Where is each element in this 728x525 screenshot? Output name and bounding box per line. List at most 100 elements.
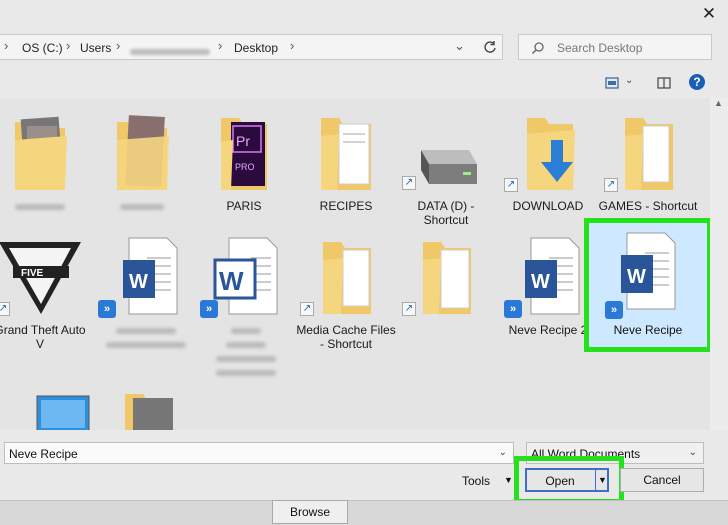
file-item-download[interactable]: ↗ DOWNLOAD — [498, 112, 598, 213]
search-icon — [531, 42, 544, 55]
view-toolbar: ⌄ ? — [603, 74, 713, 94]
file-item-gta-v[interactable]: FIVE ↗ Grand Theft Auto V — [0, 236, 90, 351]
breadcrumb-desktop[interactable]: Desktop — [234, 41, 278, 55]
browse-button[interactable]: Browse — [272, 500, 348, 524]
background-window-strip — [0, 500, 728, 525]
split-divider — [595, 470, 596, 490]
open-label: Open — [545, 474, 575, 488]
file-item-folder-blurred-2[interactable] — [92, 112, 192, 213]
file-item-label: Neve Recipe 2 — [508, 323, 588, 337]
open-button[interactable]: Open ▼ — [525, 468, 609, 492]
file-name-input[interactable]: Neve Recipe ⌄ — [4, 442, 514, 464]
word-document-icon: W — [621, 232, 676, 310]
file-item-folder-shortcut[interactable]: ↗ — [396, 236, 496, 323]
tools-button[interactable]: Tools ▼ — [454, 470, 516, 492]
monitor-icon — [36, 395, 90, 430]
shortcut-arrow-icon: ↗ — [402, 176, 416, 190]
scroll-up-icon[interactable]: ▲ — [714, 98, 723, 108]
word-document-icon: W — [213, 237, 278, 315]
close-icon: ✕ — [701, 4, 717, 23]
file-item-label — [196, 323, 296, 379]
file-item-label — [96, 323, 196, 351]
view-options-chevron-icon[interactable]: ⌄ — [625, 75, 633, 86]
folder-icon — [15, 116, 67, 190]
breadcrumb-separator-icon: › — [66, 38, 71, 53]
breadcrumb-separator-icon: › — [4, 38, 9, 53]
address-bar[interactable]: › OS (C:) › Users › › Desktop › ⌄ — [0, 34, 503, 60]
folder-icon — [125, 394, 173, 430]
file-item-label: GAMES - Shortcut — [598, 199, 698, 213]
breadcrumb-drive[interactable]: OS (C:) — [22, 41, 63, 55]
breadcrumb-separator-icon: › — [290, 38, 295, 53]
file-name-value: Neve Recipe — [9, 447, 78, 461]
search-input[interactable]: Search Desktop — [518, 34, 712, 60]
chevron-down-icon[interactable]: ⌄ — [454, 38, 465, 54]
file-item-neve-recipe-selected[interactable]: W » Neve Recipe — [584, 218, 712, 352]
word-document-icon: W — [525, 237, 580, 315]
file-item-neve-recipe-2[interactable]: W » Neve Recipe 2 — [498, 236, 598, 337]
breadcrumb-separator-icon: › — [218, 38, 223, 53]
cancel-button[interactable]: Cancel — [620, 468, 704, 492]
shortcut-arrow-icon: ↗ — [300, 302, 314, 316]
file-item-label: Grand Theft Auto V — [0, 323, 86, 351]
shortcut-arrow-icon: ↗ — [0, 302, 10, 316]
file-item-label — [92, 199, 192, 213]
file-item-media-cache-shortcut[interactable]: ↗ Media Cache Files - Shortcut — [296, 236, 396, 351]
svg-text:Pr: Pr — [236, 133, 250, 149]
share-arrow-icon: » — [98, 300, 116, 318]
help-icon[interactable]: ? — [689, 74, 705, 90]
vertical-scrollbar[interactable]: ▲ — [710, 98, 728, 430]
file-item-label: Neve Recipe — [613, 323, 683, 337]
folder-icon — [323, 242, 371, 314]
file-item-word-blurred-2[interactable]: W » — [196, 236, 296, 379]
shortcut-arrow-icon: ↗ — [504, 178, 518, 192]
preview-pane-icon[interactable] — [657, 77, 671, 89]
file-item-label: PARIS — [226, 199, 262, 213]
open-dropdown-icon[interactable]: ▼ — [598, 475, 607, 485]
download-folder-icon — [527, 118, 575, 190]
breadcrumb-user-blurred[interactable] — [130, 44, 210, 58]
folder-icon — [321, 118, 371, 190]
share-arrow-icon: » — [504, 300, 522, 318]
file-item-label — [0, 199, 90, 213]
file-item-label: RECIPES — [319, 199, 373, 213]
svg-text:W: W — [531, 271, 550, 293]
folder-icon — [423, 242, 471, 314]
svg-text:W: W — [129, 271, 148, 293]
word-document-icon: W — [123, 237, 178, 315]
folder-icon — [625, 118, 673, 190]
file-item-label: DATA (D) - Shortcut — [417, 199, 475, 227]
svg-text:W: W — [627, 266, 646, 288]
close-button[interactable]: ✕ — [698, 4, 720, 24]
gta-v-logo-icon: FIVE — [0, 242, 81, 314]
share-arrow-icon: » — [200, 300, 218, 318]
file-item-games-shortcut[interactable]: ↗ GAMES - Shortcut — [598, 112, 698, 213]
file-item-data-drive-shortcut[interactable]: ↗ DATA (D) - Shortcut — [396, 144, 496, 227]
file-item-folder-blurred-1[interactable] — [0, 112, 90, 213]
folder-icon — [117, 115, 169, 190]
svg-text:PRO: PRO — [235, 162, 255, 172]
file-item-label: Media Cache Files - Shortcut — [296, 323, 396, 351]
chevron-down-icon[interactable]: ⌄ — [499, 447, 507, 458]
file-item-label: DOWNLOAD — [512, 199, 584, 213]
breadcrumb-separator-icon: › — [116, 38, 121, 53]
file-item-paris[interactable]: Pr PRO PARIS — [194, 112, 294, 213]
change-view-icon[interactable] — [605, 77, 619, 89]
svg-text:FIVE: FIVE — [21, 268, 44, 279]
file-item-folder-image[interactable] — [96, 392, 196, 430]
svg-text:W: W — [219, 266, 244, 296]
refresh-button[interactable] — [477, 34, 503, 60]
search-placeholder: Search Desktop — [557, 41, 643, 55]
caret-down-icon: ▼ — [504, 475, 513, 485]
breadcrumb-users[interactable]: Users — [80, 41, 111, 55]
file-item-recipes[interactable]: RECIPES — [296, 112, 396, 213]
tools-label: Tools — [462, 474, 491, 488]
chevron-down-icon: ⌄ — [688, 447, 697, 458]
shortcut-arrow-icon: ↗ — [402, 302, 416, 316]
file-item-monitor[interactable] — [10, 392, 110, 430]
folder-icon: Pr PRO — [221, 118, 267, 190]
share-arrow-icon: » — [605, 301, 623, 319]
shortcut-arrow-icon: ↗ — [604, 178, 618, 192]
hard-drive-icon — [421, 150, 477, 184]
file-item-word-blurred-1[interactable]: W » — [96, 236, 196, 351]
